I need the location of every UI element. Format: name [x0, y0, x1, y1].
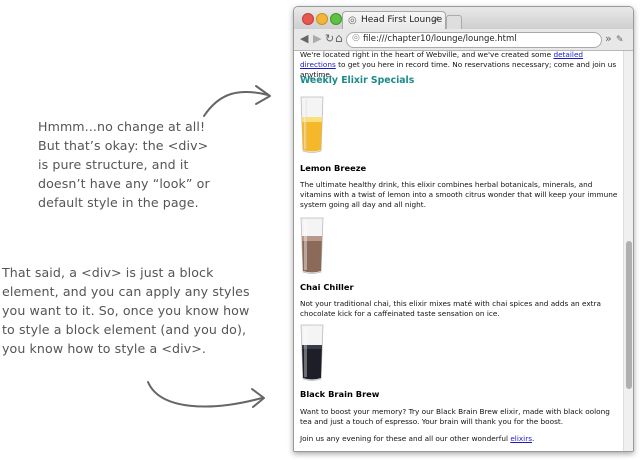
black-brain-brew-image: [300, 324, 324, 381]
elixir-description: Want to boost your memory? Try our Black…: [300, 407, 610, 426]
tab-close-icon[interactable]: ×: [432, 14, 440, 25]
elixir-name: Black Brain Brew: [300, 389, 380, 399]
address-bar[interactable]: ◎ file:///chapter10/lounge/lounge.html: [346, 32, 602, 48]
arrowhead-bottom: [251, 388, 265, 408]
page-icon: ◎: [348, 15, 357, 26]
more-icon[interactable]: »: [605, 32, 612, 46]
specials-heading: Weekly Elixir Specials: [300, 75, 415, 86]
arrow-top: [203, 91, 269, 117]
wrench-icon[interactable]: ✎: [616, 33, 624, 47]
toolbar: ◀ ▶ ↻ ⌂ ◎ file:///chapter10/lounge/loung…: [294, 29, 633, 51]
forward-icon[interactable]: ▶: [313, 32, 321, 46]
tab-head-first-lounge[interactable]: ◎ Head First Lounge ×: [342, 11, 446, 30]
lemon-breeze-image: [300, 96, 324, 153]
reload-icon[interactable]: ↻: [325, 32, 334, 46]
chai-chiller-image: [300, 217, 324, 274]
minimize-window-button[interactable]: [316, 13, 328, 25]
arrowhead-top: [255, 85, 271, 105]
tab-title: Head First Lounge: [361, 15, 443, 25]
closing-paragraph: Join us any evening for these and all ou…: [300, 434, 535, 443]
scrollbar-thumb[interactable]: [626, 241, 632, 389]
annotation-div-block: That said, a <div> is just a block eleme…: [2, 265, 250, 356]
arrow-bottom: [147, 381, 263, 408]
page-icon: ◎: [352, 33, 360, 43]
vertical-scrollbar[interactable]: [623, 51, 633, 451]
back-icon[interactable]: ◀: [300, 32, 308, 46]
elixir-name: Chai Chiller: [300, 282, 354, 292]
zoom-window-button[interactable]: [330, 13, 342, 25]
url-text[interactable]: file:///chapter10/lounge/lounge.html: [363, 34, 517, 44]
elixir-description: Not your traditional chai, this elixir m…: [300, 299, 601, 318]
close-window-button[interactable]: [302, 13, 314, 25]
home-icon[interactable]: ⌂: [335, 31, 343, 45]
title-bar: ◎ Head First Lounge ×: [294, 7, 633, 30]
elixir-name: Lemon Breeze: [300, 163, 367, 173]
annotation-no-change: Hmmm...no change at all! But that’s okay…: [38, 119, 210, 210]
page-content: We're located right in the heart of Webv…: [294, 50, 623, 451]
elixirs-link[interactable]: elixirs: [510, 434, 532, 443]
elixir-description: The ultimate healthy drink, this elixir …: [300, 180, 618, 209]
new-tab-button[interactable]: [446, 15, 462, 29]
browser-window: ◎ Head First Lounge × ◀ ▶ ↻ ⌂ ◎ file:///…: [293, 6, 634, 452]
